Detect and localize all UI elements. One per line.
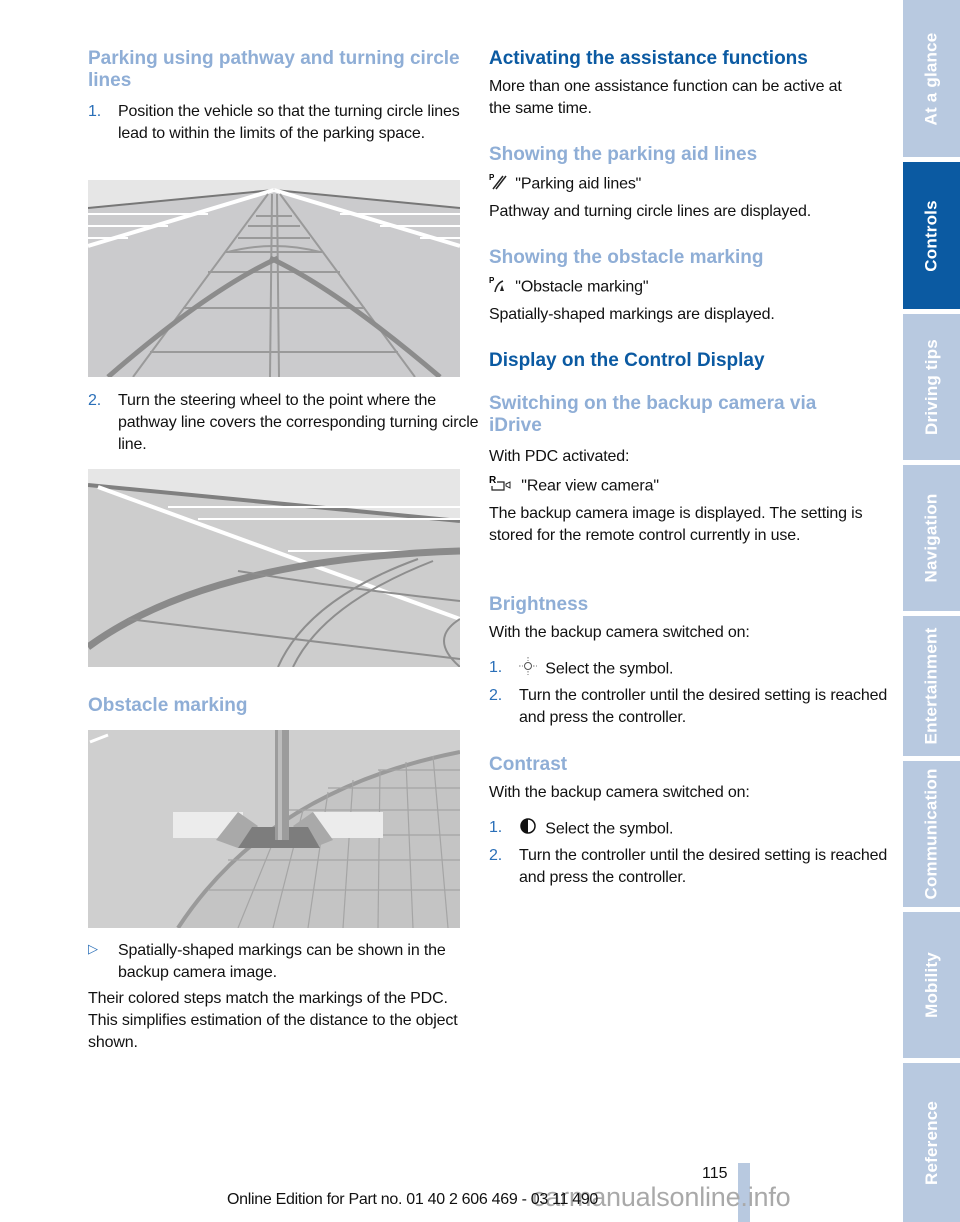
svg-text:R: R	[489, 475, 497, 486]
tab-controls[interactable]: Controls	[903, 162, 960, 309]
step-number: 1.	[489, 819, 503, 836]
assistance-intro: More than one assistance function can be…	[489, 78, 842, 117]
tab-label: Controls	[921, 199, 941, 272]
step-text: Turn the controller until the desired se…	[519, 847, 888, 886]
tab-driving-tips[interactable]: Driving tips	[903, 314, 960, 460]
pathway-turning-lines-figure	[88, 180, 460, 377]
closing-paragraph: Their colored steps match the markings o…	[88, 990, 458, 1051]
rear-view-menu-item[interactable]: R "Rear view camera"	[489, 474, 659, 499]
step-number: 1.	[88, 103, 102, 120]
svg-text:P: P	[489, 276, 495, 285]
control-display-title: Display on the Control Display	[489, 350, 765, 371]
contrast-step-2: 2. Turn the controller until the desired…	[489, 845, 894, 889]
page-number: 115	[702, 1165, 728, 1182]
contrast-title: Contrast	[489, 754, 568, 775]
tab-label: At a glance	[921, 32, 941, 125]
tab-label: Driving tips	[921, 339, 941, 435]
parking-aid-menu-item[interactable]: P "Parking aid lines"	[489, 172, 641, 197]
switching-description: The backup camera image is displayed. Th…	[489, 505, 863, 544]
obstacle-marking-figure	[88, 730, 460, 928]
step-1: 1. Position the vehicle so that the turn…	[88, 101, 492, 145]
step-number: 1.	[489, 659, 503, 676]
edition-footer: Online Edition for Part no. 01 40 2 606 …	[227, 1191, 599, 1208]
parking-aid-title: Showing the parking aid lines	[489, 144, 758, 165]
bullet-text: Spatially-shaped markings can be shown i…	[118, 942, 446, 981]
assistance-functions-title: Activating the assistance functions	[489, 48, 808, 69]
obstacle-label: "Obstacle marking"	[515, 278, 649, 296]
brightness-step-2: 2. Turn the controller until the desired…	[489, 685, 894, 729]
chapter-tabs: At a glance Controls Driving tips Naviga…	[903, 0, 960, 1222]
obstacle-title: Showing the obstacle marking	[489, 247, 764, 268]
parking-aid-description: Pathway and turning circle lines are dis…	[489, 203, 812, 220]
brightness-sun-icon[interactable]	[519, 657, 541, 682]
tab-navigation[interactable]: Navigation	[903, 465, 960, 611]
step-number: 2.	[88, 392, 102, 409]
step-text: Select the symbol.	[545, 660, 674, 678]
tab-label: Navigation	[921, 493, 941, 583]
tab-mobility[interactable]: Mobility	[903, 912, 960, 1058]
brightness-step-1: 1. Select the symbol.	[489, 657, 894, 682]
obstacle-menu-item[interactable]: P "Obstacle marking"	[489, 275, 649, 300]
step-number: 2.	[489, 847, 503, 864]
rear-view-camera-icon: R	[489, 474, 517, 499]
obstacle-marking-title: Obstacle marking	[88, 695, 248, 716]
tab-label: Entertainment	[921, 627, 941, 745]
tab-label: Communication	[921, 768, 941, 900]
switching-condition: With PDC activated:	[489, 448, 630, 465]
obstacle-description: Spatially-shaped markings are displayed.	[489, 306, 775, 323]
step-text: Turn the steering wheel to the point whe…	[118, 392, 479, 453]
svg-text:P: P	[489, 173, 495, 182]
step-text: Position the vehicle so that the turning…	[118, 103, 460, 142]
contrast-step-1: 1. Select the symbol.	[489, 817, 894, 842]
contrast-condition: With the backup camera switched on:	[489, 784, 750, 801]
brightness-title: Brightness	[489, 594, 589, 615]
switching-title: Switching on the backup camera via iDriv…	[489, 393, 817, 436]
tab-reference[interactable]: Reference	[903, 1063, 960, 1222]
step-text: Turn the controller until the desired se…	[519, 687, 888, 726]
steering-aligned-figure	[88, 469, 460, 667]
parking-aid-lines-icon: P	[489, 172, 511, 197]
parking-aid-label: "Parking aid lines"	[515, 175, 642, 193]
step-text: Select the symbol.	[545, 820, 674, 838]
contrast-half-circle-icon[interactable]	[519, 817, 541, 842]
brightness-condition: With the backup camera switched on:	[489, 624, 750, 641]
obstacle-marking-icon: P	[489, 275, 511, 300]
tab-label: Mobility	[921, 952, 941, 1018]
tab-communication[interactable]: Communication	[903, 761, 960, 907]
step-number: 2.	[489, 687, 503, 704]
tab-entertainment[interactable]: Entertainment	[903, 616, 960, 756]
tab-label: Reference	[921, 1100, 941, 1185]
tab-at-a-glance[interactable]: At a glance	[903, 0, 960, 157]
rear-view-label: "Rear view camera"	[521, 477, 659, 495]
bullet-item: ▷ Spatially-shaped markings can be shown…	[88, 940, 462, 984]
triangle-bullet-icon: ▷	[88, 941, 98, 956]
step-2: 2. Turn the steering wheel to the point …	[88, 390, 492, 456]
section-title-parking-lines: Parking using pathway and turning circle…	[88, 48, 460, 91]
